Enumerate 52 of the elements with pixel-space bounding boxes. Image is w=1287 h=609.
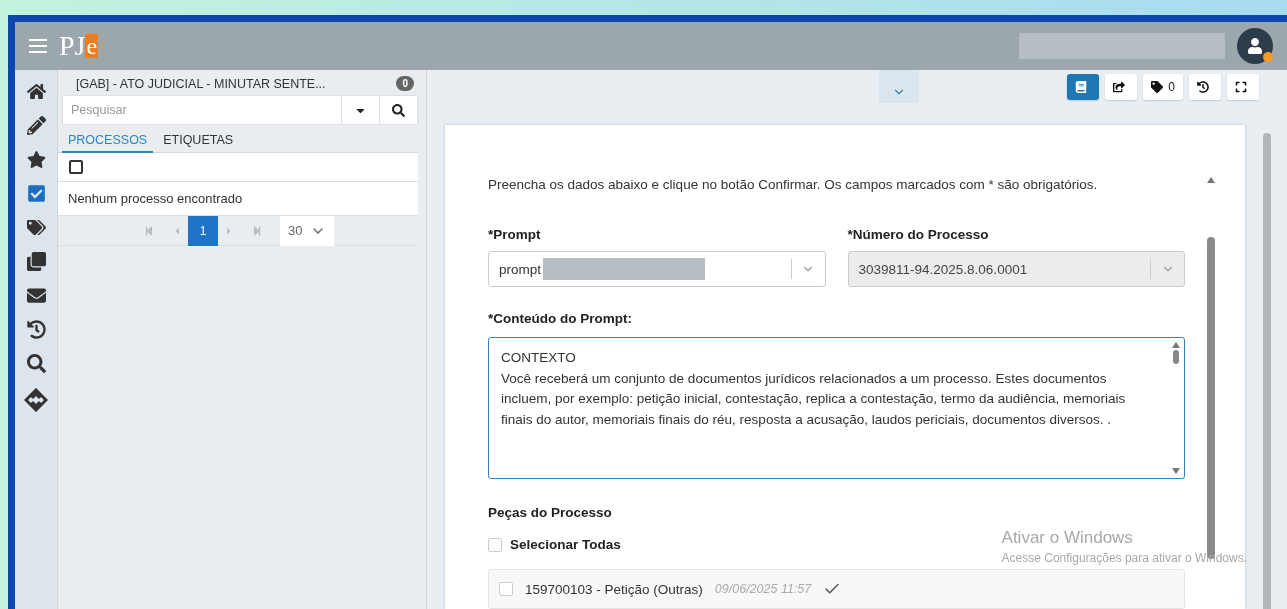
section-title: Peças do Processo: [488, 505, 613, 520]
book-icon: [1075, 80, 1088, 93]
home-icon[interactable]: [26, 82, 46, 101]
count-badge: 0: [396, 76, 414, 91]
select-all-checkbox[interactable]: [69, 160, 83, 174]
history-icon: [1197, 80, 1209, 93]
document-checkbox[interactable]: [499, 582, 513, 596]
envelope-icon[interactable]: [26, 286, 46, 305]
fullscreen-button[interactable]: [1227, 73, 1259, 100]
prompt-select[interactable]: prompt: [488, 251, 826, 287]
page-button[interactable]: 1: [188, 215, 218, 246]
fullscreen-icon: [1235, 80, 1247, 93]
search-icon: [392, 103, 405, 117]
checkbox-label: Selecionar Todas: [510, 537, 621, 552]
menu-icon[interactable]: [29, 39, 47, 53]
document-date: 09/06/2025 11:57: [714, 582, 812, 596]
scroll-down-icon[interactable]: [1172, 468, 1180, 474]
tags-button[interactable]: 0: [1143, 73, 1183, 100]
share-icon: [1113, 80, 1126, 93]
logo-accent: e: [85, 34, 99, 58]
scroll-up-icon[interactable]: [1207, 177, 1215, 183]
search-icon[interactable]: [26, 354, 46, 373]
activation-title: Ativar o Windows: [1001, 528, 1134, 548]
logo-text: PJ: [59, 30, 86, 62]
tag-icon: [1151, 80, 1164, 93]
field-label: *Prompt: [488, 227, 542, 242]
tags-icon[interactable]: [26, 218, 46, 237]
share-button[interactable]: [1105, 73, 1138, 100]
activation-subtitle: Acesse Configurações para ativar o Windows.: [1001, 551, 1247, 565]
star-icon[interactable]: [26, 150, 46, 169]
checkbox-icon[interactable]: [26, 184, 46, 203]
history-button[interactable]: [1189, 73, 1221, 100]
scrollbar-thumb[interactable]: [1173, 350, 1179, 364]
prompt-content-field[interactable]: CONTEXTO Você receberá um conjunto de documentos jurídicos relacionados a um processo. Estes documentos incluem, por exemplo: petição inicial, contestação, replica a contestação, termo da audiência, memoriais finais do autor, memoriais finais do réu, resposta a acusação, laudos periciais, documentos diversos. .: [488, 337, 1185, 479]
tab[interactable]: ETIQUETAS: [157, 131, 240, 153]
user-avatar[interactable]: [1237, 28, 1273, 64]
page-size-select[interactable]: 30: [280, 215, 335, 246]
copies-icon[interactable]: [26, 252, 46, 271]
field-label: *Conteúdo do Prompt:: [488, 311, 632, 326]
scroll-up-icon[interactable]: [1172, 342, 1180, 348]
task-title: [GAB] - ATO JUDICIAL - MINUTAR SENTE...: [76, 76, 327, 91]
search-field[interactable]: Pesquisar: [62, 95, 418, 125]
scrollbar-thumb[interactable]: [1263, 133, 1271, 609]
empty-message: Nenhum processo encontrado: [58, 181, 418, 216]
diamond-link-icon[interactable]: [24, 388, 48, 412]
document-button[interactable]: [1067, 73, 1100, 100]
document-title: 159700103 - Petição (Outras): [525, 581, 703, 597]
instructions-text: Preencha os dados abaixo e clique no botão Confirmar. Os campos marcados com * são obrigatórios.: [488, 177, 1099, 192]
pencil-icon[interactable]: [26, 116, 46, 135]
field-label: *Número do Processo: [847, 227, 990, 242]
document-row[interactable]: 159700103 - Petição (Outras) 09/06/2025 11:57: [488, 569, 1185, 609]
history-icon[interactable]: [26, 320, 46, 339]
